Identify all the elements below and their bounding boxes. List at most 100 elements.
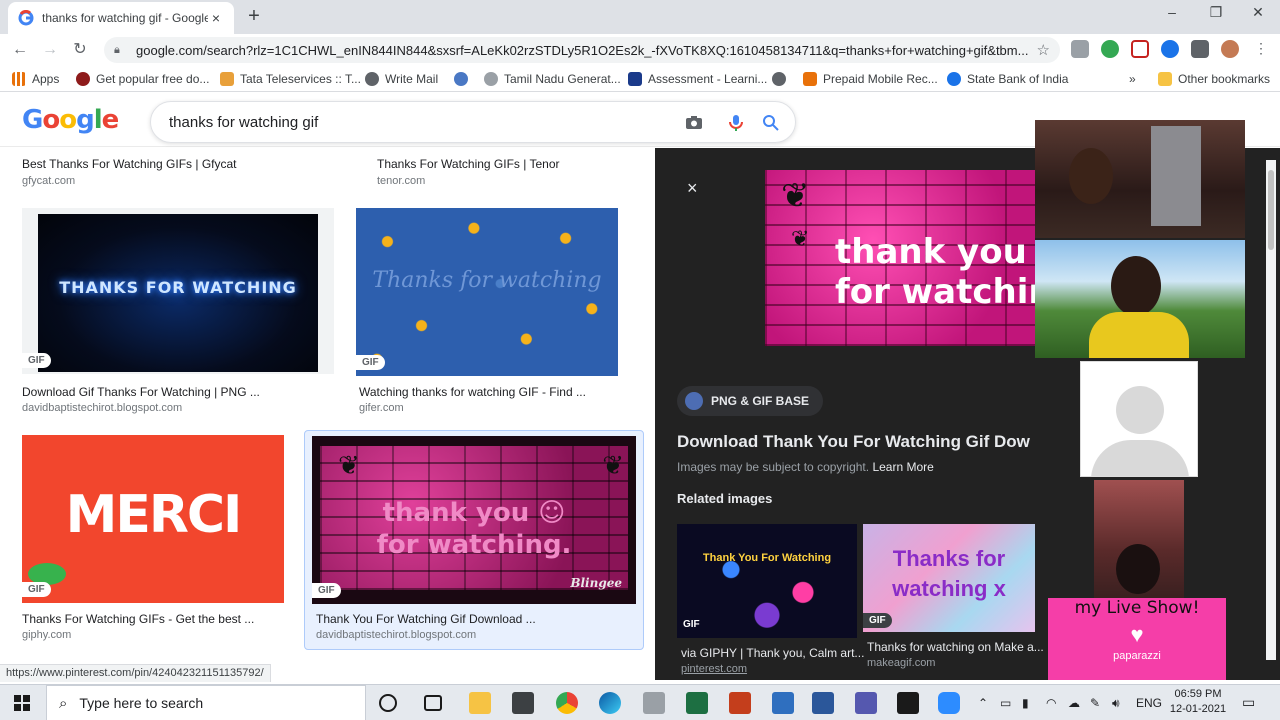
result-thumbnail[interactable]: Thanks for watching GIF <box>356 208 618 376</box>
scrollbar-thumb[interactable] <box>1268 170 1274 250</box>
photos-icon[interactable] <box>772 692 794 714</box>
reload-icon[interactable]: ↻ <box>70 40 90 60</box>
result-source[interactable]: gifer.com <box>359 402 404 414</box>
related-source[interactable]: pinterest.com <box>681 663 747 675</box>
bookmark-item[interactable]: Tamil Nadu Generat... <box>484 70 621 88</box>
cortana-icon[interactable] <box>379 694 397 712</box>
bookmark-favicon-icon <box>220 72 234 86</box>
result-title[interactable]: Thanks For Watching GIFs - Get the best … <box>22 612 254 626</box>
word-icon[interactable] <box>812 692 834 714</box>
video-participant-1[interactable] <box>1035 120 1245 238</box>
bookmark-item[interactable]: Prepaid Mobile Rec... <box>803 70 938 88</box>
chrome-icon[interactable] <box>556 692 578 714</box>
result-title[interactable]: Download Gif Thanks For Watching | PNG .… <box>22 385 260 399</box>
extension-icon[interactable] <box>1161 40 1179 58</box>
result-source[interactable]: davidbaptistechirot.blogspot.com <box>316 629 476 641</box>
taskbar-search[interactable]: ⌕ Type here to search <box>46 685 366 720</box>
video-participant-3[interactable] <box>1080 361 1198 477</box>
battery-icon[interactable]: ▮ <box>1022 696 1029 710</box>
chevron-up-icon[interactable]: ⌃ <box>978 696 988 710</box>
extension-icon[interactable] <box>1131 40 1149 58</box>
close-panel-icon[interactable]: × <box>687 178 698 199</box>
extension-icon[interactable] <box>1071 40 1089 58</box>
video-participant-2[interactable] <box>1035 240 1245 358</box>
result-thumbnail[interactable]: THANKS FOR WATCHING GIF <box>22 208 334 374</box>
result-title[interactable]: Best Thanks For Watching GIFs | Gfycat <box>22 157 237 171</box>
search-icon[interactable] <box>762 114 780 132</box>
other-bookmarks[interactable]: Other bookmarks <box>1158 70 1270 88</box>
preview-image[interactable]: ❦ ❦ thank you for watchin <box>765 170 1053 346</box>
bookmark-item[interactable]: State Bank of India <box>947 70 1068 88</box>
task-view-icon[interactable] <box>424 695 442 711</box>
puzzle-icon[interactable] <box>1191 40 1209 58</box>
edge-icon[interactable] <box>599 692 621 714</box>
video-participant-5[interactable]: my Live Show! ♥ paparazzi <box>1048 598 1226 680</box>
related-caption[interactable]: Thanks for watching on Make a... <box>867 640 1044 654</box>
bookmark-item[interactable]: Assessment - Learni... <box>628 70 767 88</box>
wifi-icon[interactable]: ◠ <box>1046 696 1056 710</box>
maximize-button[interactable]: ❐ <box>1196 4 1236 24</box>
new-tab-button[interactable]: + <box>244 6 264 26</box>
bookmark-item[interactable] <box>454 70 474 88</box>
teams-icon[interactable] <box>855 692 877 714</box>
result-thumbnail[interactable]: MERCI GIF <box>22 435 284 603</box>
google-logo[interactable]: Google <box>22 105 119 135</box>
menu-icon[interactable]: ⋮ <box>1252 40 1270 58</box>
search-input[interactable]: thanks for watching gif <box>169 114 318 131</box>
chevron-double-right-icon: » <box>1129 72 1136 86</box>
bookmark-apps[interactable]: Apps <box>12 70 59 88</box>
minimize-button[interactable]: – <box>1152 4 1192 24</box>
search-box[interactable]: thanks for watching gif <box>150 101 796 143</box>
powerpoint-icon[interactable] <box>729 692 751 714</box>
result-source[interactable]: giphy.com <box>22 629 71 641</box>
related-thumbnail[interactable]: Thank You For Watching GIF <box>677 524 857 638</box>
excel-icon[interactable] <box>686 692 708 714</box>
related-source[interactable]: makeagif.com <box>867 657 935 669</box>
windows-start-icon[interactable] <box>14 695 30 711</box>
onedrive-icon[interactable]: ☁ <box>1068 696 1080 710</box>
back-icon[interactable]: ← <box>10 40 30 60</box>
result-source[interactable]: tenor.com <box>377 175 425 187</box>
bookmark-item[interactable]: Tata Teleservices :: T... <box>220 70 361 88</box>
meet-now-icon[interactable]: ▭ <box>1000 696 1011 710</box>
address-bar[interactable]: 🔒︎ google.com/search?rlz=1C1CHWL_enIN844… <box>104 37 1060 63</box>
notification-icon[interactable]: ▭ <box>1242 694 1255 711</box>
store-icon[interactable] <box>512 692 534 714</box>
site-pill[interactable]: PNG & GIF BASE <box>677 386 824 416</box>
taskbar-clock[interactable]: 06:59 PM 12-01-2021 <box>1168 687 1228 717</box>
window-close-button[interactable]: ✕ <box>1238 4 1278 24</box>
profile-avatar[interactable] <box>1221 40 1239 58</box>
scrollbar[interactable] <box>1266 160 1276 660</box>
result-source[interactable]: davidbaptistechirot.blogspot.com <box>22 402 182 414</box>
bookmarks-overflow-button[interactable]: » <box>1129 70 1136 88</box>
bookmark-item[interactable]: Get popular free do... <box>76 70 209 88</box>
bookmark-item[interactable] <box>772 70 792 88</box>
result-title[interactable]: Watching thanks for watching GIF - Find … <box>359 385 586 399</box>
result-title[interactable]: Thanks For Watching GIFs | Tenor <box>377 157 560 171</box>
app-icon[interactable] <box>643 692 665 714</box>
result-title[interactable]: Thank You For Watching Gif Download ... <box>316 612 536 626</box>
preview-title[interactable]: Download Thank You For Watching Gif Dow <box>677 432 1030 452</box>
camera-icon[interactable] <box>685 114 703 132</box>
learn-more-link[interactable]: Learn More <box>872 460 933 474</box>
gif-badge: GIF <box>22 353 51 368</box>
result-source[interactable]: gfycat.com <box>22 175 75 187</box>
file-explorer-icon[interactable] <box>469 692 491 714</box>
tab-close-icon[interactable]: × <box>208 10 224 26</box>
video-participant-4[interactable] <box>1094 480 1184 598</box>
browser-tab[interactable]: thanks for watching gif - Google × <box>8 2 234 34</box>
volume-icon[interactable]: 🔊︎ <box>1112 696 1120 711</box>
bookmark-star-icon[interactable]: ☆ <box>1037 41 1050 59</box>
bookmark-item[interactable]: Write Mail <box>365 70 438 88</box>
related-thumbnail[interactable]: Thanks for watching x GIF <box>863 524 1035 632</box>
forward-icon[interactable]: → <box>40 40 60 60</box>
microphone-icon[interactable] <box>727 114 745 132</box>
related-caption[interactable]: via GIPHY | Thank you, Calm art... <box>681 646 864 660</box>
zoom-icon[interactable] <box>938 692 960 714</box>
sticky-app-icon[interactable] <box>897 692 919 714</box>
pen-icon[interactable]: ✎ <box>1090 696 1100 710</box>
result-thumbnail[interactable]: thank you ☺ for watching. Blingee ❦ ❦ GI… <box>312 436 636 604</box>
grammarly-icon[interactable] <box>1101 40 1119 58</box>
language-indicator[interactable]: ENG <box>1136 696 1162 710</box>
bookmark-label: Other bookmarks <box>1178 72 1271 86</box>
